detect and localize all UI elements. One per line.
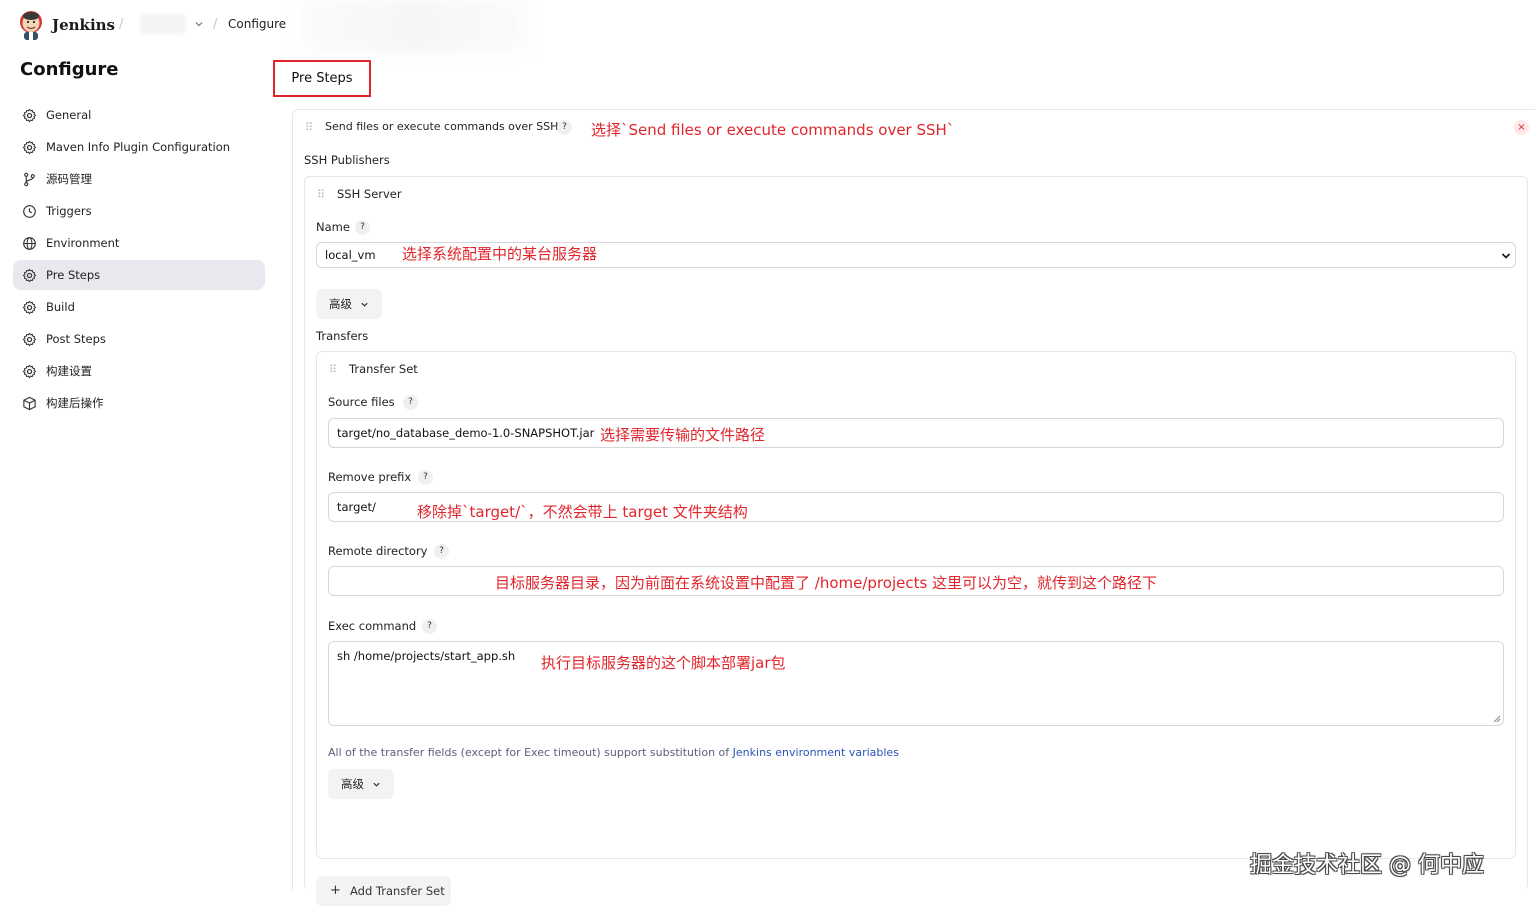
advanced-label: 高级 (341, 777, 364, 791)
env-variables-link[interactable]: Jenkins environment variables (733, 746, 899, 759)
transfers-label: Transfers (316, 329, 369, 343)
gear-icon (22, 300, 37, 314)
annotation-step: 选择`Send files or execute commands over S… (591, 121, 955, 139)
advanced-label: 高级 (329, 297, 352, 311)
remove-prefix-label: Remove prefix (328, 470, 412, 484)
sidebar-item-triggers[interactable]: Triggers (13, 196, 265, 226)
gear-icon (22, 108, 37, 122)
substitution-note-text: All of the transfer fields (except for E… (328, 746, 733, 759)
sidebar-item-label: Triggers (46, 204, 92, 218)
breadcrumb-separator: / (213, 17, 218, 32)
advanced-button[interactable]: 高级 (316, 289, 382, 319)
sidebar-item-scm[interactable]: 源码管理 (13, 164, 265, 194)
name-select-value: local_vm (325, 248, 376, 262)
gear-icon (22, 364, 37, 378)
chevron-down-icon (361, 302, 368, 307)
close-icon[interactable]: × (1514, 120, 1529, 135)
sidebar-item-label: Pre Steps (46, 268, 101, 282)
drag-handle-icon[interactable]: ⠿ (305, 121, 313, 134)
sidebar-item-general[interactable]: General (13, 100, 265, 130)
sidebar-item-label: Environment (46, 236, 120, 250)
exec-command-textarea[interactable]: sh /home/projects/start_app.sh (328, 641, 1504, 726)
gear-icon (22, 332, 37, 346)
sidebar-item-label: 源码管理 (46, 172, 92, 186)
cube-icon (23, 396, 36, 410)
help-icon[interactable]: ? (557, 120, 572, 135)
globe-icon (23, 236, 36, 250)
add-transfer-set-button[interactable]: + Add Transfer Set (316, 876, 451, 906)
sidebar-item-build[interactable]: Build (13, 292, 265, 322)
drag-handle-icon[interactable]: ⠿ (317, 188, 325, 201)
plus-icon: + (330, 883, 341, 898)
name-label: Name (316, 220, 350, 234)
exec-command-label: Exec command (328, 619, 417, 633)
section-heading-pre-steps: Pre Steps (273, 60, 371, 97)
remote-directory-label: Remote directory (328, 544, 428, 558)
transfer-set-label: Transfer Set (349, 362, 418, 376)
gear-icon (22, 268, 37, 282)
sidebar-item-label: 构建设置 (46, 364, 92, 378)
page-title: Configure (20, 59, 119, 80)
sidebar-item-environment[interactable]: Environment (13, 228, 265, 258)
sidebar-item-label: Maven Info Plugin Configuration (46, 140, 231, 154)
sidebar-item-post-steps[interactable]: Post Steps (13, 324, 265, 354)
jenkins-logo-icon[interactable] (18, 10, 44, 40)
sidebar-item-build-settings[interactable]: 构建设置 (13, 356, 265, 386)
sidebar-item-label: 构建后操作 (46, 396, 104, 410)
breadcrumb-configure[interactable]: Configure (228, 17, 286, 31)
ssh-publishers-label: SSH Publishers (304, 153, 390, 167)
exec-command-value: sh /home/projects/start_app.sh (337, 649, 516, 663)
annotation-name: 选择系统配置中的某台服务器 (402, 245, 598, 263)
header-blur-area (300, 0, 530, 52)
chevron-down-icon (1501, 253, 1511, 259)
watermark: 掘金技术社区 @ 何中应 (1250, 853, 1484, 878)
annotation-prefix: 移除掉`target/`，不然会带上 target 文件夹结构 (417, 503, 748, 521)
ssh-server-label: SSH Server (337, 187, 402, 201)
sidebar-item-post-build[interactable]: 构建后操作 (13, 388, 265, 418)
advanced-button-transfer[interactable]: 高级 (328, 769, 394, 799)
source-files-label: Source files (328, 395, 395, 409)
source-files-value: target/no_database_demo-1.0-SNAPSHOT.jar (337, 426, 595, 440)
substitution-note: All of the transfer fields (except for E… (328, 746, 899, 759)
jenkins-brand[interactable]: Jenkins (52, 16, 115, 34)
help-icon[interactable]: ? (434, 544, 449, 559)
resize-handle-icon[interactable] (1493, 715, 1501, 723)
breadcrumb-separator: / (119, 17, 124, 32)
chevron-down-icon (373, 782, 380, 787)
sidebar-item-maven-info[interactable]: Maven Info Plugin Configuration (13, 132, 265, 162)
help-icon[interactable]: ? (355, 220, 370, 235)
clock-icon (23, 204, 36, 218)
sidebar-item-pre-steps[interactable]: Pre Steps (13, 260, 265, 290)
sidebar-item-label: Post Steps (46, 332, 106, 346)
sidebar-item-label: Build (46, 300, 75, 314)
help-icon[interactable]: ? (403, 395, 418, 410)
drag-handle-icon[interactable]: ⠿ (329, 363, 337, 376)
annotation-source: 选择需要传输的文件路径 (600, 426, 766, 444)
gear-icon (22, 140, 37, 154)
help-icon[interactable]: ? (418, 470, 433, 485)
annotation-remote: 目标服务器目录，因为前面在系统设置中配置了 /home/projects 这里可… (495, 574, 1158, 592)
sidebar-item-label: General (46, 108, 92, 122)
help-icon[interactable]: ? (422, 619, 437, 634)
breadcrumb-job-blurred[interactable] (140, 14, 186, 34)
remove-prefix-value: target/ (337, 500, 376, 514)
annotation-exec: 执行目标服务器的这个脚本部署jar包 (541, 654, 786, 672)
step-title: Send files or execute commands over SSH (325, 120, 559, 133)
sidebar-nav: General Maven Info Plugin Configuration … (13, 100, 265, 420)
git-branch-icon (24, 172, 35, 186)
add-transfer-label: Add Transfer Set (350, 884, 445, 898)
chevron-down-icon[interactable] (194, 19, 204, 32)
source-files-input[interactable]: target/no_database_demo-1.0-SNAPSHOT.jar (328, 418, 1504, 448)
